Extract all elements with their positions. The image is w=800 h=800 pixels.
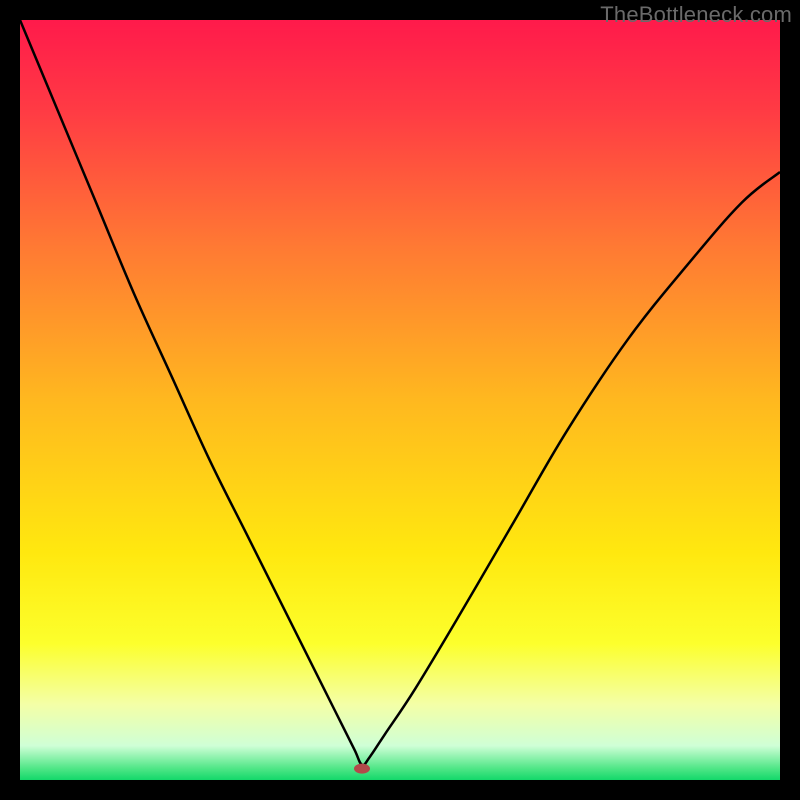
chart-frame: TheBottleneck.com (0, 0, 800, 800)
gradient-background (20, 20, 780, 780)
bottleneck-chart (20, 20, 780, 780)
watermark-text: TheBottleneck.com (600, 2, 792, 28)
optimal-marker (354, 764, 370, 774)
